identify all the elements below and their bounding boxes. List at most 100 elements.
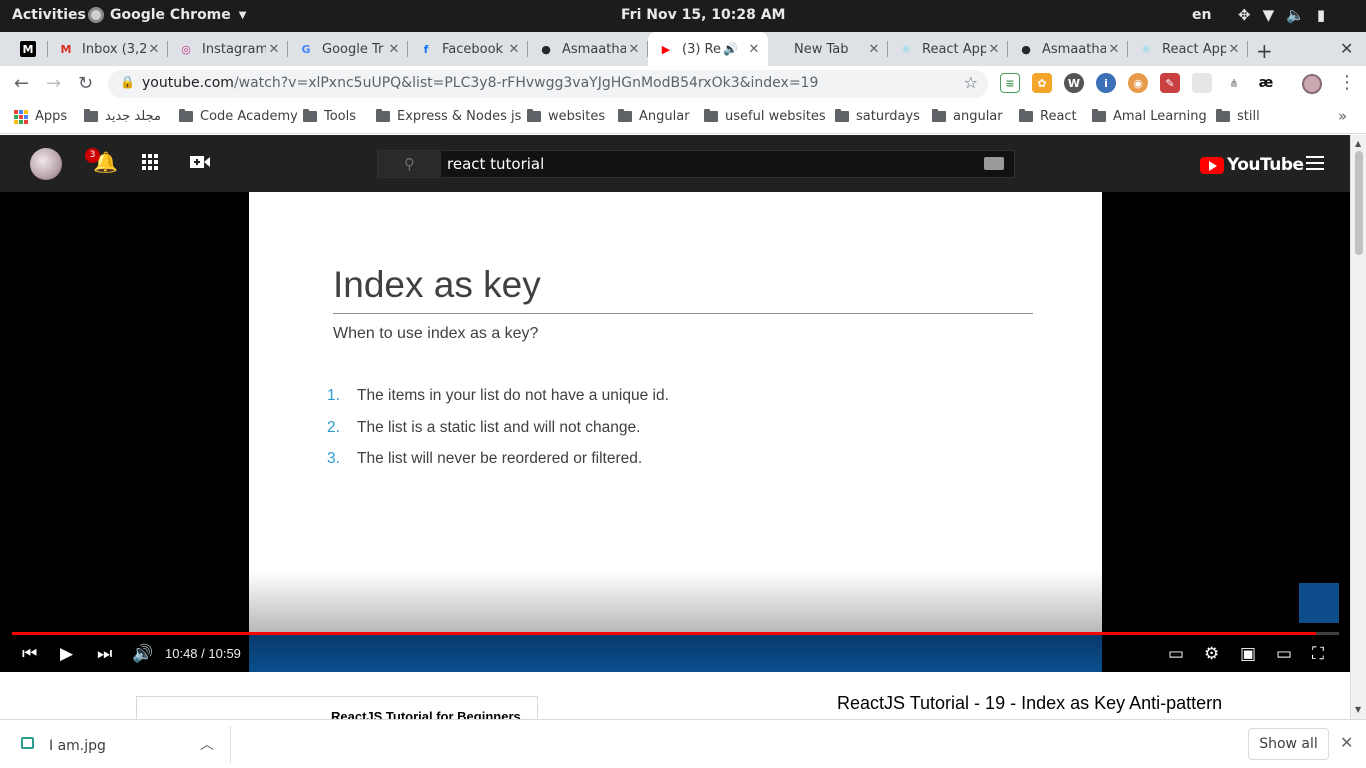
system-tray[interactable]: ✥ ▼ 🔈 ▮ bbox=[1238, 6, 1325, 24]
close-tab-icon[interactable]: ✕ bbox=[386, 42, 402, 57]
bookmark-folder[interactable]: Code Academy bbox=[179, 109, 298, 124]
download-file-name[interactable]: I am.jpg bbox=[49, 738, 106, 754]
more-bookmarks-icon[interactable]: » bbox=[1338, 107, 1347, 125]
clock[interactable]: Fri Nov 15, 10:28 AM bbox=[621, 7, 785, 23]
video-player[interactable]: Index as key When to use index as a key?… bbox=[0, 192, 1350, 672]
bookmark-folder[interactable]: Express & Nodes js bbox=[376, 109, 521, 124]
close-tab-icon[interactable]: ✕ bbox=[986, 42, 1002, 57]
chrome-menu-icon[interactable]: ⋮ bbox=[1338, 72, 1356, 93]
bookmark-folder[interactable]: websites bbox=[527, 109, 605, 124]
settings-gear-icon[interactable]: ⚙ bbox=[1204, 644, 1219, 664]
ae-extension-icon[interactable]: æ bbox=[1256, 73, 1276, 93]
reload-button[interactable]: ↻ bbox=[78, 73, 93, 94]
youtube-apps-icon[interactable] bbox=[142, 154, 158, 170]
back-button[interactable]: ← bbox=[14, 73, 29, 94]
previous-icon[interactable]: ⏮ bbox=[22, 644, 37, 664]
show-all-button[interactable]: Show all bbox=[1248, 728, 1329, 760]
theater-mode-icon[interactable]: ▭ bbox=[1276, 644, 1292, 664]
subtitles-icon[interactable]: ▭ bbox=[1168, 644, 1184, 664]
play-icon[interactable]: ▶ bbox=[60, 644, 73, 664]
browser-tab[interactable]: ● Asmaatha ✕ bbox=[1008, 32, 1128, 66]
url-text[interactable]: youtube.com/watch?v=xlPxnc5uUPQ&list=PLC… bbox=[142, 75, 818, 91]
search-icon[interactable]: ⚲ bbox=[378, 151, 441, 177]
folder-icon bbox=[84, 109, 98, 122]
bookmark-folder[interactable]: Tools bbox=[303, 109, 356, 124]
close-window-icon[interactable]: ✕ bbox=[1340, 39, 1353, 58]
scroll-up-icon[interactable]: ▲ bbox=[1355, 139, 1361, 148]
tab-audio-icon[interactable]: 🔊 bbox=[723, 42, 738, 56]
bookmark-folder[interactable]: useful websites bbox=[704, 109, 826, 124]
volume-icon[interactable]: 🔊 bbox=[132, 644, 153, 664]
account-avatar[interactable] bbox=[30, 148, 62, 180]
close-tab-icon[interactable]: ✕ bbox=[266, 42, 282, 57]
glasses-extension-icon[interactable]: ◉ bbox=[1128, 73, 1148, 93]
browser-tab[interactable]: G Google Tr ✕ bbox=[288, 32, 408, 66]
lock-icon[interactable]: 🔒 bbox=[120, 75, 135, 89]
close-tab-icon[interactable]: ✕ bbox=[626, 42, 642, 57]
forward-button[interactable]: → bbox=[46, 73, 61, 94]
browser-tab[interactable]: ▶ (3) Re 🔊 ✕ bbox=[648, 32, 768, 66]
gear-extension-icon[interactable]: ✿ bbox=[1032, 73, 1052, 93]
youtube-logo[interactable]: YouTube bbox=[1200, 155, 1304, 175]
address-bar[interactable]: 🔒 youtube.com/watch?v=xlPxnc5uUPQ&list=P… bbox=[108, 70, 988, 98]
video-frame-slide: Index as key When to use index as a key?… bbox=[249, 192, 1102, 672]
create-video-icon[interactable] bbox=[190, 154, 210, 170]
channel-watermark[interactable] bbox=[1299, 583, 1339, 623]
bookmark-folder[interactable]: still bbox=[1216, 109, 1260, 124]
browser-tab[interactable]: ⚛ React App ✕ bbox=[1128, 32, 1248, 66]
fullscreen-icon[interactable]: ⛶ bbox=[1312, 644, 1324, 664]
close-tab-icon[interactable]: ✕ bbox=[506, 42, 522, 57]
app-menu[interactable]: Google Chrome ▼ bbox=[88, 7, 246, 23]
scrollbar-thumb[interactable] bbox=[1355, 151, 1363, 255]
blank-extension-icon[interactable] bbox=[1192, 73, 1212, 93]
browser-tab[interactable]: M bbox=[16, 32, 48, 66]
bookmark-folder-label: مجلد جديد bbox=[105, 109, 161, 124]
youtube-search-input[interactable]: react tutorial bbox=[447, 155, 544, 173]
bookmark-folder[interactable]: Angular bbox=[618, 109, 690, 124]
time-display: 10:48 / 10:59 bbox=[165, 646, 241, 661]
close-tab-icon[interactable]: ✕ bbox=[146, 42, 162, 57]
new-tab-button[interactable]: + bbox=[1256, 39, 1273, 63]
bookmark-folder[interactable]: React bbox=[1019, 109, 1077, 124]
chevron-up-icon[interactable]: ︿ bbox=[200, 734, 214, 754]
browser-tab[interactable]: M Inbox (3,2 ✕ bbox=[48, 32, 168, 66]
activities-button[interactable]: Activities bbox=[12, 7, 86, 23]
bookmark-star-icon[interactable]: ☆ bbox=[964, 73, 978, 92]
sheets-extension-icon[interactable]: ≡ bbox=[1000, 73, 1020, 93]
browser-tab[interactable]: ● Asmaatha ✕ bbox=[528, 32, 648, 66]
input-language[interactable]: en bbox=[1192, 7, 1211, 23]
bookmark-folder-label: React bbox=[1040, 109, 1077, 124]
progress-bar[interactable] bbox=[12, 632, 1339, 635]
accessibility-icon[interactable]: ✥ bbox=[1238, 6, 1251, 24]
eyedropper-extension-icon[interactable]: ✎ bbox=[1160, 73, 1180, 93]
close-shelf-icon[interactable]: ✕ bbox=[1340, 733, 1353, 752]
close-tab-icon[interactable]: ✕ bbox=[746, 42, 762, 57]
miniplayer-icon[interactable]: ▣ bbox=[1240, 644, 1256, 664]
next-icon[interactable]: ⏭ bbox=[97, 644, 112, 664]
close-tab-icon[interactable]: ✕ bbox=[1106, 42, 1122, 57]
youtube-search-box[interactable]: ⚲ react tutorial bbox=[377, 150, 1015, 178]
bookmark-folder[interactable]: saturdays bbox=[835, 109, 920, 124]
wordpress-extension-icon[interactable]: W bbox=[1064, 73, 1084, 93]
volume-icon[interactable]: 🔈 bbox=[1286, 6, 1305, 24]
browser-tab[interactable]: ◎ Instagram ✕ bbox=[168, 32, 288, 66]
page-scrollbar[interactable]: ▲ ▼ bbox=[1350, 135, 1366, 719]
battery-icon[interactable]: ▮ bbox=[1317, 6, 1325, 24]
bookmark-folder[interactable]: مجلد جديد bbox=[84, 109, 161, 124]
profile-avatar[interactable] bbox=[1302, 74, 1322, 94]
hamburger-menu-icon[interactable] bbox=[1306, 156, 1324, 170]
browser-tab[interactable]: ⚛ React App ✕ bbox=[888, 32, 1008, 66]
close-tab-icon[interactable]: ✕ bbox=[866, 42, 882, 57]
tree-extension-icon[interactable]: ⋔ bbox=[1224, 73, 1244, 93]
browser-tab[interactable]: New Tab ✕ bbox=[768, 32, 888, 66]
bookmark-folder[interactable]: Amal Learning bbox=[1092, 109, 1207, 124]
wifi-icon[interactable]: ▼ bbox=[1263, 6, 1275, 24]
close-tab-icon[interactable]: ✕ bbox=[1226, 42, 1242, 57]
scroll-down-icon[interactable]: ▼ bbox=[1355, 705, 1361, 714]
browser-tab[interactable]: f Facebook ✕ bbox=[408, 32, 528, 66]
keyboard-icon[interactable] bbox=[984, 157, 1004, 170]
bookmark-apps[interactable]: Apps bbox=[14, 109, 67, 124]
slide-title: Index as key bbox=[333, 264, 541, 305]
bookmark-folder[interactable]: angular bbox=[932, 109, 1003, 124]
info-extension-icon[interactable]: i bbox=[1096, 73, 1116, 93]
